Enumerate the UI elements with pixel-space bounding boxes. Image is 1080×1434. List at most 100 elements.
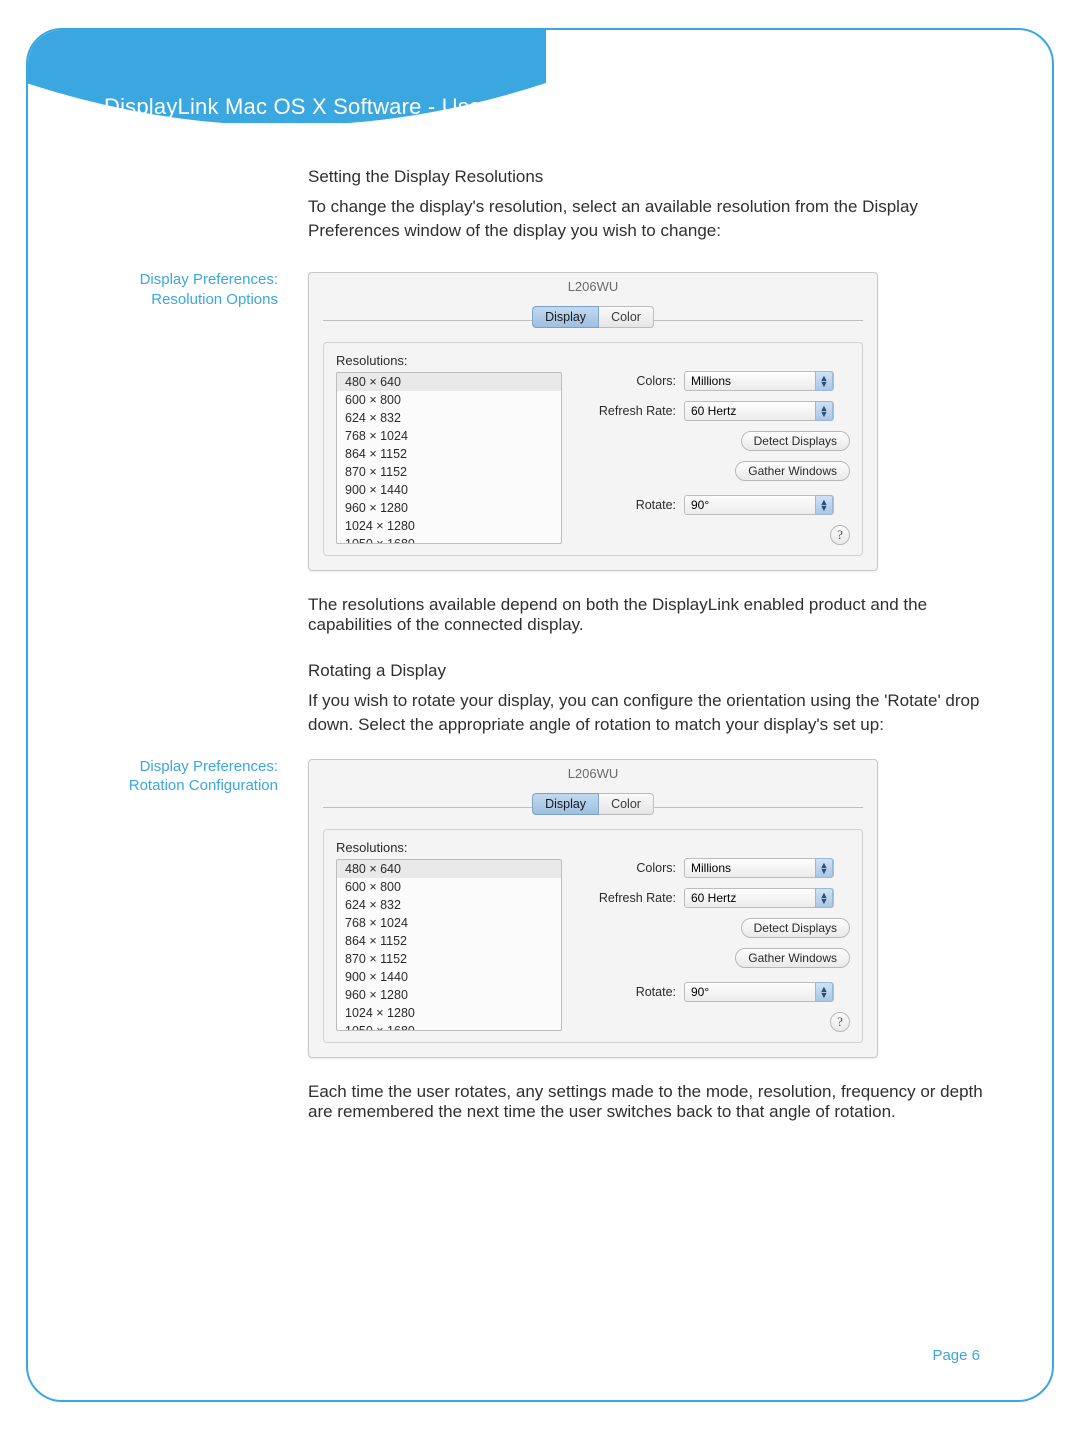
select-value: Millions xyxy=(691,861,731,875)
page-body: Setting the Display Resolutions To chang… xyxy=(28,165,1052,1400)
gather-windows-button[interactable]: Gather Windows xyxy=(735,948,850,968)
list-item[interactable]: 768 × 1024 xyxy=(337,427,561,445)
list-item[interactable]: 624 × 832 xyxy=(337,896,561,914)
label-colors: Colors: xyxy=(580,374,684,388)
settings-column: Colors: Millions ▲▼ Refresh Rate: xyxy=(580,353,850,545)
select-value: 90° xyxy=(691,985,709,999)
label-refresh-rate: Refresh Rate: xyxy=(580,404,684,418)
list-item[interactable]: 864 × 1152 xyxy=(337,932,561,950)
list-item[interactable]: 870 × 1152 xyxy=(337,950,561,968)
colors-select[interactable]: Millions ▲▼ xyxy=(684,371,834,391)
buttons-row: Gather Windows xyxy=(580,461,850,481)
resolutions-label: Resolutions: xyxy=(336,353,566,368)
paragraph: To change the display's resolution, sele… xyxy=(308,195,992,243)
detect-displays-button[interactable]: Detect Displays xyxy=(741,431,850,451)
display-prefs-window: L206WU Display Color Resolutions: xyxy=(308,272,878,571)
help-row: ? xyxy=(580,525,850,545)
rotate-select[interactable]: 90° ▲▼ xyxy=(684,495,834,515)
list-item[interactable]: 624 × 832 xyxy=(337,409,561,427)
list-item[interactable]: 480 × 640 xyxy=(337,373,561,391)
margin-note-line: Display Preferences: xyxy=(88,757,278,777)
list-item[interactable]: 1024 × 1280 xyxy=(337,1004,561,1022)
resolutions-column: Resolutions: 480 × 640 600 × 800 624 × 8… xyxy=(336,840,566,1032)
select-value: 60 Hertz xyxy=(691,891,736,905)
row-colors: Colors: Millions ▲▼ xyxy=(580,858,850,878)
refresh-rate-select[interactable]: 60 Hertz ▲▼ xyxy=(684,888,834,908)
list-item[interactable]: 600 × 800 xyxy=(337,878,561,896)
tab-display[interactable]: Display xyxy=(532,306,599,328)
label-rotate: Rotate: xyxy=(580,985,684,999)
row-text-after-2: Each time the user rotates, any settings… xyxy=(88,1082,992,1122)
prefs-grid: Resolutions: 480 × 640 600 × 800 624 × 8… xyxy=(336,840,850,1032)
screenshot-container: L206WU Display Color Resolutions: xyxy=(308,753,992,1058)
display-prefs-window: L206WU Display Color Resolutions: xyxy=(308,759,878,1058)
row-screenshot-1: Display Preferences: Resolution Options … xyxy=(88,266,992,571)
tabs-row: Display Color xyxy=(323,793,863,823)
margin-note-resolution: Display Preferences: Resolution Options xyxy=(88,266,278,571)
stepper-icon: ▲▼ xyxy=(815,371,833,391)
list-item[interactable]: 900 × 1440 xyxy=(337,481,561,499)
list-item[interactable]: 480 × 640 xyxy=(337,860,561,878)
list-item[interactable]: 1024 × 1280 xyxy=(337,517,561,535)
resolutions-column: Resolutions: 480 × 640 600 × 800 624 × 8… xyxy=(336,353,566,545)
tab-display[interactable]: Display xyxy=(532,793,599,815)
help-button[interactable]: ? xyxy=(830,525,850,545)
resolutions-list[interactable]: 480 × 640 600 × 800 624 × 832 768 × 1024… xyxy=(336,859,562,1031)
tab-group: Display Color xyxy=(532,793,654,815)
margin-note-rotation: Display Preferences: Rotation Configurat… xyxy=(88,753,278,1058)
row-colors: Colors: Millions ▲▼ xyxy=(580,371,850,391)
detect-displays-button[interactable]: Detect Displays xyxy=(741,918,850,938)
help-button[interactable]: ? xyxy=(830,1012,850,1032)
paragraph: Each time the user rotates, any settings… xyxy=(308,1082,992,1122)
list-item[interactable]: 1050 × 1680 xyxy=(337,535,561,544)
label-rotate: Rotate: xyxy=(580,498,684,512)
list-item[interactable]: 960 × 1280 xyxy=(337,986,561,1004)
tab-color[interactable]: Color xyxy=(599,793,654,815)
section-text: Rotating a Display If you wish to rotate… xyxy=(308,659,992,736)
page-frame: DisplayLink Mac OS X Software - User Gui… xyxy=(26,28,1054,1402)
buttons-row: Gather Windows xyxy=(580,948,850,968)
rotate-select[interactable]: 90° ▲▼ xyxy=(684,982,834,1002)
buttons-row: Detect Displays xyxy=(580,431,850,451)
page-number: Page 6 xyxy=(932,1347,980,1364)
select-value: Millions xyxy=(691,374,731,388)
prefs-body: Resolutions: 480 × 640 600 × 800 624 × 8… xyxy=(323,342,863,556)
colors-select[interactable]: Millions ▲▼ xyxy=(684,858,834,878)
list-item[interactable]: 870 × 1152 xyxy=(337,463,561,481)
list-item[interactable]: 768 × 1024 xyxy=(337,914,561,932)
section-rotation-intro: Rotating a Display If you wish to rotate… xyxy=(88,659,992,736)
list-item[interactable]: 864 × 1152 xyxy=(337,445,561,463)
list-item[interactable]: 960 × 1280 xyxy=(337,499,561,517)
label-refresh-rate: Refresh Rate: xyxy=(580,891,684,905)
screenshot-container: L206WU Display Color Resolutions: xyxy=(308,266,992,571)
row-refresh-rate: Refresh Rate: 60 Hertz ▲▼ xyxy=(580,401,850,421)
page: DisplayLink Mac OS X Software - User Gui… xyxy=(0,0,1080,1434)
stepper-icon: ▲▼ xyxy=(815,888,833,908)
tab-color[interactable]: Color xyxy=(599,306,654,328)
paragraph: If you wish to rotate your display, you … xyxy=(308,689,992,737)
resolutions-label: Resolutions: xyxy=(336,840,566,855)
resolutions-list[interactable]: 480 × 640 600 × 800 624 × 832 768 × 1024… xyxy=(336,372,562,544)
stepper-icon: ▲▼ xyxy=(815,401,833,421)
prefs-body: Resolutions: 480 × 640 600 × 800 624 × 8… xyxy=(323,829,863,1043)
buttons-row: Detect Displays xyxy=(580,918,850,938)
margin-note-line: Resolution Options xyxy=(88,290,278,310)
label-colors: Colors: xyxy=(580,861,684,875)
margin-note-line: Display Preferences: xyxy=(88,270,278,290)
help-row: ? xyxy=(580,1012,850,1032)
section-text: Setting the Display Resolutions To chang… xyxy=(308,165,992,242)
prefs-grid: Resolutions: 480 × 640 600 × 800 624 × 8… xyxy=(336,353,850,545)
row-rotate: Rotate: 90° ▲▼ xyxy=(580,495,850,515)
select-value: 60 Hertz xyxy=(691,404,736,418)
refresh-rate-select[interactable]: 60 Hertz ▲▼ xyxy=(684,401,834,421)
row-rotate: Rotate: 90° ▲▼ xyxy=(580,982,850,1002)
tabs-row: Display Color xyxy=(323,306,863,336)
gather-windows-button[interactable]: Gather Windows xyxy=(735,461,850,481)
tab-group: Display Color xyxy=(532,306,654,328)
stepper-icon: ▲▼ xyxy=(815,858,833,878)
list-item[interactable]: 1050 × 1680 xyxy=(337,1022,561,1031)
stepper-icon: ▲▼ xyxy=(815,982,833,1002)
row-screenshot-2: Display Preferences: Rotation Configurat… xyxy=(88,753,992,1058)
list-item[interactable]: 600 × 800 xyxy=(337,391,561,409)
list-item[interactable]: 900 × 1440 xyxy=(337,968,561,986)
